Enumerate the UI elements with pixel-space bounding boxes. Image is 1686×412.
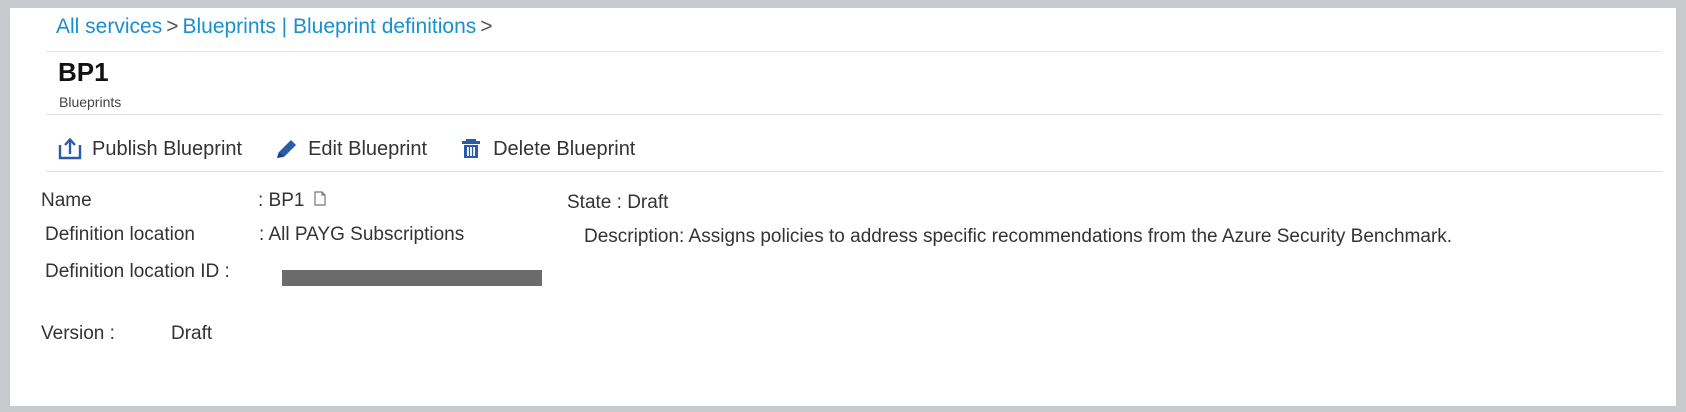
definition-location-label: Definition location bbox=[45, 224, 195, 245]
edit-blueprint-label: Edit Blueprint bbox=[308, 137, 428, 160]
page-title: BP1 bbox=[58, 57, 109, 87]
breadcrumb-divider bbox=[46, 51, 1662, 52]
delete-blueprint-button[interactable]: Delete Blueprint bbox=[457, 136, 635, 162]
trash-icon bbox=[457, 136, 485, 162]
upload-icon bbox=[56, 136, 84, 162]
name-label: Name bbox=[41, 190, 92, 211]
breadcrumb-separator: > bbox=[480, 15, 493, 38]
redacted-definition-location-id bbox=[282, 270, 542, 286]
pencil-icon bbox=[272, 136, 300, 162]
breadcrumb-all-services[interactable]: All services bbox=[56, 15, 162, 38]
page-subtitle: Blueprints bbox=[59, 94, 122, 110]
publish-blueprint-label: Publish Blueprint bbox=[92, 137, 243, 160]
state-text: State : Draft bbox=[567, 192, 669, 213]
command-bar: Publish Blueprint Edit Blueprint Delete … bbox=[56, 132, 665, 166]
delete-blueprint-label: Delete Blueprint bbox=[493, 137, 636, 160]
breadcrumb-blueprint-definitions[interactable]: Blueprints | Blueprint definitions bbox=[182, 15, 476, 38]
blueprint-panel: All services > Blueprints | Blueprint defi… bbox=[10, 8, 1676, 406]
name-value: : BP1 bbox=[258, 190, 326, 212]
version-value: Draft bbox=[171, 323, 213, 344]
publish-blueprint-button[interactable]: Publish Blueprint bbox=[56, 136, 242, 162]
breadcrumb: All services > Blueprints | Blueprint defi… bbox=[56, 15, 497, 39]
breadcrumb-separator: > bbox=[166, 15, 179, 38]
toolbar-divider bbox=[46, 171, 1662, 172]
definition-location-value: : All PAYG Subscriptions bbox=[259, 224, 465, 245]
description-text: Description: Assigns policies to address… bbox=[584, 226, 1453, 247]
header-divider bbox=[46, 114, 1662, 115]
name-value-text: : BP1 bbox=[258, 190, 305, 212]
edit-blueprint-button[interactable]: Edit Blueprint bbox=[272, 136, 427, 162]
version-label: Version : bbox=[41, 323, 115, 344]
copy-icon[interactable] bbox=[314, 190, 326, 212]
definition-location-id-label: Definition location ID : bbox=[45, 261, 230, 282]
